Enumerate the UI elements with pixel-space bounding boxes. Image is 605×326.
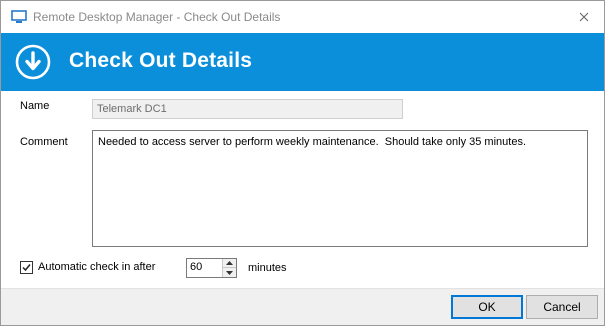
- ok-button[interactable]: OK: [451, 295, 523, 319]
- dialog-heading: Check Out Details: [69, 49, 253, 72]
- name-field[interactable]: [92, 99, 403, 119]
- increment-button[interactable]: [222, 259, 236, 268]
- header-banner: Check Out Details: [1, 33, 604, 91]
- close-icon: [579, 12, 589, 22]
- checkmark-icon: [22, 264, 31, 272]
- minutes-stepper[interactable]: 60: [186, 258, 237, 278]
- window-title: Remote Desktop Manager - Check Out Detai…: [33, 10, 281, 24]
- decrement-button[interactable]: [222, 268, 236, 277]
- comment-label: Comment: [20, 136, 68, 148]
- auto-checkin-checkbox[interactable]: [20, 261, 33, 274]
- check-out-dialog: Remote Desktop Manager - Check Out Detai…: [0, 0, 605, 326]
- title-bar: Remote Desktop Manager - Check Out Detai…: [1, 1, 604, 33]
- remote-desktop-manager-icon: [11, 10, 27, 24]
- minutes-label: minutes: [248, 262, 287, 274]
- minutes-input[interactable]: 60: [187, 259, 222, 277]
- close-button[interactable]: [564, 1, 604, 33]
- button-bar: OK Cancel: [1, 288, 604, 325]
- cancel-button[interactable]: Cancel: [526, 295, 598, 319]
- comment-field[interactable]: Needed to access server to perform weekl…: [92, 130, 588, 247]
- download-circle-icon: [15, 44, 51, 80]
- name-label: Name: [20, 100, 50, 112]
- arrow-up-icon: [226, 261, 233, 265]
- auto-checkin-label[interactable]: Automatic check in after: [38, 261, 155, 273]
- arrow-down-icon: [226, 270, 233, 275]
